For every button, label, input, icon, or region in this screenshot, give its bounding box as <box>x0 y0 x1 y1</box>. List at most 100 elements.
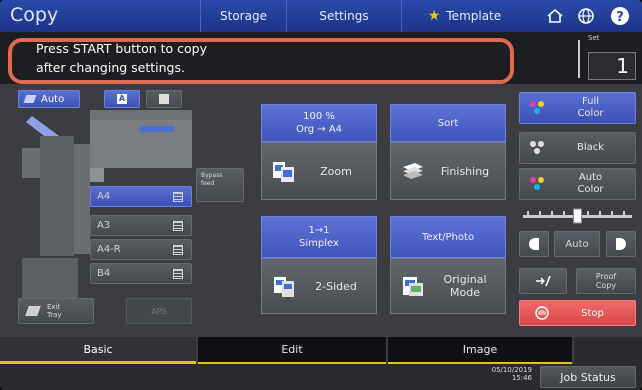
tray-b4[interactable]: B4 <box>90 263 192 284</box>
time-text: 15:46 <box>511 374 532 382</box>
tab-settings[interactable]: Settings <box>286 0 401 32</box>
help-icon[interactable]: ? <box>606 4 634 28</box>
tab-template[interactable]: ★ Template <box>401 0 527 32</box>
set-label: Set <box>588 34 600 42</box>
two-sided-icon <box>274 277 294 297</box>
aps-label: APS <box>151 306 167 316</box>
tab-spacer <box>574 337 642 364</box>
globe-icon[interactable] <box>572 4 600 28</box>
job-status-button[interactable]: Job Status <box>540 366 636 388</box>
copy-count-value: 1 <box>616 54 629 78</box>
finishing-value: Sort <box>437 117 459 129</box>
zoom-button[interactable]: Zoom <box>261 142 377 200</box>
tray-icon <box>173 269 183 279</box>
full-color-label-1: Full <box>581 96 600 107</box>
black-button[interactable]: Black <box>519 132 636 164</box>
home-icon[interactable] <box>541 4 569 28</box>
half-moon-left-icon <box>529 238 539 250</box>
original-mode-status: Text/Photo <box>390 216 506 258</box>
message-line-1: Press START button to copy <box>36 41 207 56</box>
proof-copy-label-1: Proof <box>595 272 617 281</box>
tab-template-label: Template <box>446 9 502 23</box>
density-scale[interactable] <box>519 208 636 224</box>
datetime: 05/10/2019 15:46 <box>466 366 532 382</box>
full-color-button[interactable]: Full Color <box>519 92 636 124</box>
density-auto-button[interactable]: Auto <box>554 231 600 257</box>
tray-a3[interactable]: A3 <box>90 215 192 236</box>
tab-image[interactable]: Image <box>388 337 572 364</box>
two-sided-label: 2-Sided <box>315 279 357 293</box>
half-moon-right-icon <box>616 238 626 250</box>
tray-a3-label: A3 <box>97 220 111 231</box>
tray-a4r[interactable]: A4-R <box>90 239 192 260</box>
tray-icon <box>173 221 183 231</box>
auto-paper-button[interactable]: Auto <box>18 90 80 108</box>
job-status-label: Job Status <box>560 370 616 384</box>
original-mode-value: Text/Photo <box>421 231 475 243</box>
density-thumb[interactable] <box>573 208 582 224</box>
tab-edit[interactable]: Edit <box>198 337 386 364</box>
tray-icon <box>173 192 183 202</box>
tab-edit-label: Edit <box>281 343 303 356</box>
tray-a4-label: A4 <box>97 191 111 202</box>
black-label: Black <box>576 142 605 153</box>
rotate-icon <box>159 94 169 104</box>
exit-tray-label-2: Tray <box>47 311 62 319</box>
original-mode-label-1: Original <box>443 273 487 286</box>
star-icon: ★ <box>427 8 441 24</box>
auto-paper-label: Auto <box>41 93 65 105</box>
exit-tray-icon <box>25 306 41 316</box>
bypass-feed-button[interactable]: Bypass feed <box>196 168 244 202</box>
auto-color-label-2: Color <box>577 184 604 195</box>
tab-settings-label: Settings <box>319 9 369 23</box>
proof-copy-button[interactable]: Proof Copy <box>576 268 636 294</box>
original-a-icon: A <box>117 94 127 104</box>
stop-button[interactable]: Stop <box>519 300 636 326</box>
auto-color-label-1: Auto <box>578 172 603 183</box>
auto-color-dots-icon <box>530 176 546 192</box>
exit-tray-label-1: Exit <box>47 303 61 311</box>
exit-tray-button[interactable]: Exit Tray <box>18 298 94 324</box>
stop-icon <box>535 306 549 320</box>
finishing-status: Sort <box>390 104 506 142</box>
set-divider <box>578 40 580 78</box>
tray-b4-label: B4 <box>97 268 111 279</box>
zoom-status: 100 % Org → A4 <box>261 104 377 142</box>
zoom-label: Zoom <box>320 164 352 178</box>
tab-image-label: Image <box>462 343 498 356</box>
black-dots-icon <box>530 140 546 156</box>
zoom-ratio: 100 % <box>303 111 335 122</box>
density-lighter-button[interactable] <box>519 231 549 257</box>
duplex-status: 1→1 Simplex <box>261 216 377 258</box>
tab-basic[interactable]: Basic <box>0 337 196 364</box>
duplex-ratio: 1→1 <box>308 225 330 236</box>
original-orientation-button[interactable]: A <box>104 90 140 108</box>
copy-count-field[interactable]: 1 <box>588 52 636 80</box>
bypass-label-1: Bypass <box>201 172 223 179</box>
auto-color-button[interactable]: Auto Color <box>519 168 636 200</box>
original-rotate-button[interactable] <box>146 90 182 108</box>
tab-storage[interactable]: Storage <box>200 0 286 32</box>
color-dots-icon <box>530 100 546 116</box>
bypass-label-2: feed <box>201 180 215 187</box>
two-sided-button[interactable]: 2-Sided <box>261 258 377 314</box>
interrupt-button[interactable] <box>519 268 567 294</box>
zoom-icon <box>273 162 294 182</box>
finishing-label: Finishing <box>440 164 490 178</box>
stop-label: Stop <box>581 307 604 319</box>
date-text: 05/10/2019 <box>491 366 532 374</box>
density-auto-label: Auto <box>565 238 589 250</box>
tray-a4[interactable]: A4 <box>90 186 192 207</box>
svg-text:?: ? <box>616 10 624 25</box>
tab-storage-label: Storage <box>220 9 267 23</box>
message-line-2: after changing settings. <box>36 60 185 75</box>
copy-screen: Copy Storage Settings ★ Template ? Press… <box>0 0 642 390</box>
interrupt-icon <box>536 275 551 287</box>
aps-button[interactable]: APS <box>126 298 192 324</box>
original-mode-button[interactable]: Original Mode <box>390 258 506 314</box>
finishing-icon <box>403 163 423 179</box>
density-darker-button[interactable] <box>606 231 636 257</box>
proof-copy-label-2: Copy <box>595 281 617 290</box>
tray-a4r-label: A4-R <box>97 244 121 255</box>
finishing-button[interactable]: Finishing <box>390 142 506 200</box>
